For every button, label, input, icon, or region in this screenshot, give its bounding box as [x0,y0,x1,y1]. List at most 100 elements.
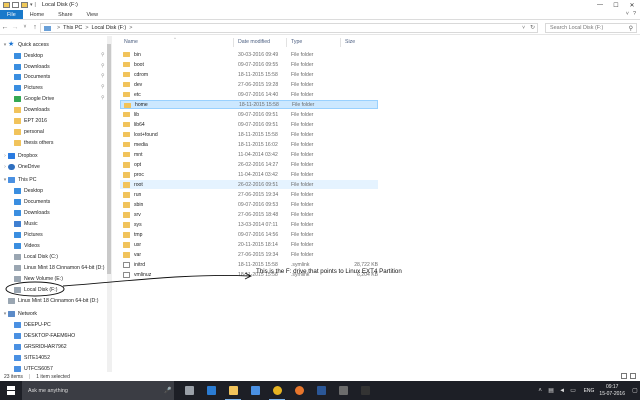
chrome-icon[interactable] [266,381,288,400]
details-view-icon[interactable] [621,373,627,379]
up-button[interactable]: ↑ [30,24,40,31]
clock[interactable]: 09:17 15-07-2016 [599,384,625,397]
large-icons-view-icon[interactable] [630,373,636,379]
sidebar-item[interactable]: Downloads [8,62,50,72]
sidebar-item[interactable]: ▾ ★ Quick access [2,40,49,50]
terminal-icon[interactable] [354,381,376,400]
sidebar-item[interactable]: Pictures [8,230,43,240]
column-header-type[interactable]: Type [291,36,341,48]
file-row[interactable]: lib 09-07-2016 09:51 File folder [120,110,378,119]
sidebar-item[interactable]: Music [8,219,38,229]
tab-file[interactable]: File [0,10,23,19]
new-folder-icon[interactable] [21,2,28,8]
column-divider[interactable] [286,38,287,47]
sidebar-item[interactable]: ▾ Network [2,309,37,319]
file-row[interactable]: sys 13-03-2014 07:11 File folder [120,220,378,229]
start-button[interactable] [0,381,22,400]
sidebar-item[interactable]: › Dropbox [2,151,38,161]
network-icon[interactable]: ▤ [547,387,555,394]
address-dropdown-icon[interactable]: ˅ [522,25,525,31]
address-bar[interactable]: > This PC > Local Disk (F:) > ˅ ↻ [40,23,538,33]
sidebar-item[interactable]: SITE14052 [8,353,50,363]
properties-icon[interactable] [12,2,19,8]
file-row[interactable]: lib64 09-07-2016 09:51 File folder [120,120,378,129]
task-view-icon[interactable] [178,381,200,400]
sidebar-item[interactable]: DEEPU-PC [8,320,51,330]
file-row[interactable]: var 27-06-2015 19:34 File folder [120,250,378,259]
sidebar-item[interactable]: thesis others [8,138,53,148]
tray-expand-icon[interactable]: ˄ [536,388,544,394]
recent-locations-button[interactable]: ˅ [20,24,30,30]
file-row[interactable]: bin 30-03-2016 09:49 File folder [120,50,378,59]
sidebar-item[interactable]: Pictures [8,83,43,93]
sidebar-item[interactable]: Desktop [8,186,43,196]
word-icon[interactable] [310,381,332,400]
edge-icon[interactable] [200,381,222,400]
taskbar-search-box[interactable]: Ask me anything [22,381,174,400]
maximize-button[interactable]: ☐ [608,0,624,10]
file-row[interactable]: boot 09-07-2016 09:55 File folder [120,60,378,69]
refresh-icon[interactable]: ↻ [530,24,535,31]
breadcrumb-this-pc[interactable]: This PC [63,25,82,31]
file-row[interactable]: root 26-02-2016 09:51 File folder [120,180,378,190]
battery-icon[interactable]: ▭ [569,387,577,394]
sidebar-item[interactable]: DESKTOP-FAEM6HO [8,331,75,341]
app-icon[interactable] [332,381,354,400]
column-divider[interactable] [233,38,234,47]
sidebar-item[interactable]: Linux Mint 18 Cinnamon 64-bit (D:) [2,296,98,306]
file-row[interactable]: etc 09-07-2016 14:40 File folder [120,90,378,99]
volume-icon[interactable]: ◄ [558,388,566,394]
tab-home[interactable]: Home [23,10,51,19]
sidebar-item[interactable]: Local Disk (C:) [8,252,58,262]
forward-button[interactable]: → [10,24,20,31]
file-row[interactable]: lost+found 18-11-2015 15:58 File folder [120,130,378,139]
nav-scrollbar-thumb[interactable] [107,44,111,274]
minimize-button[interactable]: — [592,0,608,10]
file-row[interactable]: opt 26-02-2016 14:27 File folder [120,160,378,169]
file-explorer-icon[interactable] [222,381,244,400]
sidebar-item[interactable]: New Volume (E:) [8,274,63,284]
customize-toolbar-icon[interactable]: ▾ [30,2,33,8]
close-button[interactable]: ✕ [624,0,640,10]
sidebar-item[interactable]: GRSRIDHAR7962 [8,342,67,352]
sidebar-item[interactable]: Downloads [8,208,50,218]
breadcrumb-local-disk-f[interactable]: Local Disk (F:) [91,25,126,31]
sidebar-item[interactable]: UTFCS6057 [8,364,53,372]
column-divider[interactable] [340,38,341,47]
file-row[interactable]: sbin 09-07-2016 09:53 File folder [120,200,378,209]
file-row[interactable]: run 27-06-2015 19:34 File folder [120,190,378,199]
file-row[interactable]: usr 20-11-2015 18:14 File folder [120,240,378,249]
file-row[interactable]: home 18-11-2015 15:58 File folder [120,100,378,110]
store-icon[interactable] [244,381,266,400]
sidebar-item[interactable]: Linux Mint 18 Cinnamon 64-bit (D:) [8,263,104,273]
file-row[interactable]: tmp 09-07-2016 14:56 File folder [120,230,378,239]
sidebar-item[interactable]: Videos [8,241,40,251]
column-header-name[interactable]: Name [120,36,234,48]
help-icon[interactable]: ? [633,11,636,17]
file-row[interactable]: media 18-11-2015 16:02 File folder [120,140,378,149]
sidebar-item[interactable]: Google Drive [8,94,54,104]
back-button[interactable]: ← [0,24,10,31]
file-row[interactable]: srv 27-06-2015 18:48 File folder [120,210,378,219]
file-row[interactable]: mnt 11-04-2014 03:42 File folder [120,150,378,159]
sidebar-item[interactable]: Documents [8,72,50,82]
column-header-date[interactable]: Date modified [238,36,290,48]
tab-share[interactable]: Share [51,10,79,19]
firefox-icon[interactable] [288,381,310,400]
sidebar-item[interactable]: › OneDrive [2,162,40,172]
file-row[interactable]: cdrom 18-11-2015 15:58 File folder [120,70,378,79]
file-row[interactable]: proc 11-04-2014 03:42 File folder [120,170,378,179]
search-input[interactable]: Search Local Disk (F:) ⚲ [545,23,637,33]
language-indicator[interactable]: ENG [584,388,595,394]
sidebar-item[interactable]: Documents [8,197,50,207]
sidebar-item[interactable]: EPT 2016 [8,116,47,126]
sidebar-item[interactable]: ▾ This PC [2,175,36,185]
action-center-icon[interactable]: ▢ [630,381,640,400]
sidebar-item[interactable]: personal [8,127,44,137]
expand-ribbon-icon[interactable]: ˅ [626,11,629,17]
sidebar-item[interactable]: Local Disk (F:) [8,285,57,295]
column-header-size[interactable]: Size [345,36,375,48]
microphone-icon[interactable]: 🎤 [164,387,171,394]
file-row[interactable]: dev 27-06-2015 19:28 File folder [120,80,378,89]
sidebar-item[interactable]: Desktop [8,51,43,61]
